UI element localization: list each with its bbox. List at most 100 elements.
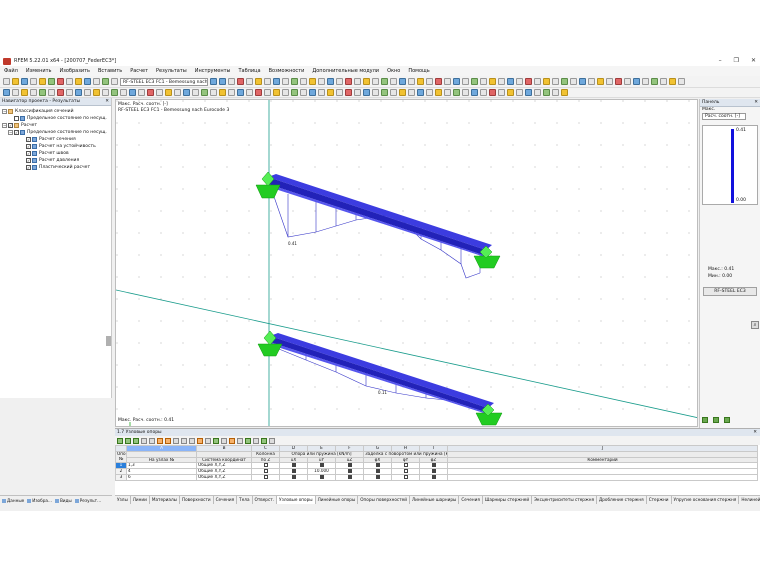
tool-icon[interactable] bbox=[255, 89, 262, 96]
checkbox[interactable] bbox=[263, 463, 268, 468]
tab-surface-supports[interactable]: Опоры поверхностей bbox=[358, 496, 410, 504]
tool-icon[interactable] bbox=[426, 89, 433, 96]
checkbox[interactable] bbox=[14, 116, 19, 121]
tool-icon[interactable] bbox=[390, 89, 397, 96]
print-icon[interactable] bbox=[30, 78, 37, 85]
tool-icon[interactable] bbox=[570, 78, 577, 85]
tool-icon[interactable] bbox=[318, 89, 325, 96]
new-file-icon[interactable] bbox=[3, 78, 10, 85]
table-tool-icon[interactable] bbox=[221, 437, 227, 444]
tree-node[interactable]: Расчет сечения bbox=[0, 136, 111, 143]
tool-icon[interactable] bbox=[516, 78, 523, 85]
checkbox[interactable] bbox=[26, 151, 31, 156]
tool-icon[interactable] bbox=[300, 78, 307, 85]
tool-icon[interactable] bbox=[345, 89, 352, 96]
menu-calculate[interactable]: Расчет bbox=[130, 68, 148, 74]
table-tool-icon[interactable] bbox=[245, 437, 251, 444]
tool-icon[interactable] bbox=[273, 78, 280, 85]
tool-icon[interactable] bbox=[3, 89, 10, 96]
checkbox[interactable] bbox=[431, 469, 436, 474]
collapse-icon[interactable]: − bbox=[8, 130, 13, 135]
checkbox[interactable] bbox=[375, 469, 380, 474]
tab-views[interactable]: Виды bbox=[55, 498, 72, 503]
tab-lines[interactable]: Линии bbox=[131, 496, 150, 504]
table-tool-icon[interactable] bbox=[197, 437, 203, 444]
close-icon[interactable]: ✕ bbox=[753, 429, 757, 436]
table-tool-icon[interactable] bbox=[253, 437, 259, 444]
checkbox[interactable] bbox=[26, 137, 31, 142]
tree-node[interactable]: − Классификация сечений bbox=[0, 108, 111, 115]
tree-node[interactable]: Пластический расчет bbox=[0, 164, 111, 171]
tab-nodal-supports[interactable]: Узловые опоры bbox=[277, 496, 316, 504]
table-tool-icon[interactable] bbox=[237, 437, 243, 444]
tree-node[interactable]: −Предельное состояние по несущ. bbox=[0, 129, 111, 136]
tool-icon[interactable] bbox=[354, 78, 361, 85]
tool-icon[interactable] bbox=[291, 89, 298, 96]
tool-icon[interactable] bbox=[201, 89, 208, 96]
table-tool-icon[interactable] bbox=[229, 437, 235, 444]
table-tool-icon[interactable] bbox=[141, 437, 147, 444]
checkbox[interactable] bbox=[263, 475, 268, 479]
tool-icon[interactable] bbox=[39, 78, 46, 85]
tab-member-divisions[interactable]: Дробление стержня bbox=[597, 496, 647, 504]
tool-icon[interactable] bbox=[372, 89, 379, 96]
menu-addons[interactable]: Дополнительные модули bbox=[312, 68, 379, 74]
tab-nodes[interactable]: Узлы bbox=[115, 496, 131, 504]
tree-node[interactable]: −Расчет bbox=[0, 122, 111, 129]
tab-display[interactable]: Изобра... bbox=[27, 498, 52, 503]
tab-surfaces[interactable]: Поверхности bbox=[180, 496, 214, 504]
checkbox[interactable] bbox=[291, 463, 296, 468]
graphics-viewport[interactable]: 0.41 0.11 Макс. Расч. соотн. [-] RF-STEE… bbox=[115, 99, 698, 427]
tool-icon[interactable] bbox=[156, 89, 163, 96]
tool-icon[interactable] bbox=[246, 78, 253, 85]
table-tool-icon[interactable] bbox=[173, 437, 179, 444]
tool-icon[interactable] bbox=[264, 89, 271, 96]
tree-node[interactable]: Расчет швов bbox=[0, 150, 111, 157]
table-row[interactable]: 3 6 Общие X,Y,Z bbox=[115, 474, 758, 481]
tab-member-eccentricities[interactable]: Эксцентриситеты стержня bbox=[532, 496, 597, 504]
tool-icon[interactable] bbox=[480, 78, 487, 85]
menu-edit[interactable]: Изменить bbox=[26, 68, 52, 74]
tool-icon[interactable] bbox=[408, 89, 415, 96]
tool-icon[interactable] bbox=[417, 78, 424, 85]
checkbox[interactable] bbox=[26, 144, 31, 149]
tool-icon[interactable] bbox=[471, 89, 478, 96]
tab-member-hinges[interactable]: Шарниры стержней bbox=[483, 496, 533, 504]
checkbox[interactable] bbox=[26, 158, 31, 163]
tree-node[interactable]: Предельное состояние по несущ. bbox=[0, 115, 111, 122]
tool-icon[interactable] bbox=[624, 78, 631, 85]
tool-icon[interactable] bbox=[426, 78, 433, 85]
checkbox[interactable] bbox=[347, 475, 352, 479]
tool-icon[interactable] bbox=[480, 89, 487, 96]
tool-icon[interactable] bbox=[660, 78, 667, 85]
menu-options[interactable]: Возможности bbox=[269, 68, 305, 74]
table-tool-icon[interactable] bbox=[189, 437, 195, 444]
tool-icon[interactable] bbox=[417, 89, 424, 96]
checkbox[interactable] bbox=[403, 463, 408, 468]
tool-icon[interactable] bbox=[102, 89, 109, 96]
tool-icon[interactable] bbox=[48, 89, 55, 96]
close-icon[interactable]: ✕ bbox=[751, 57, 756, 64]
tool-icon[interactable] bbox=[336, 89, 343, 96]
results-icon[interactable] bbox=[57, 78, 64, 85]
tool-icon[interactable] bbox=[165, 89, 172, 96]
panel-tool-icon[interactable] bbox=[713, 417, 719, 423]
tool-icon[interactable] bbox=[669, 78, 676, 85]
tool-icon[interactable] bbox=[228, 78, 235, 85]
tool-icon[interactable] bbox=[507, 78, 514, 85]
tab-member-nonlinearities[interactable]: Нелинейности стержня bbox=[739, 496, 760, 504]
tool-icon[interactable] bbox=[300, 89, 307, 96]
tool-icon[interactable] bbox=[66, 89, 73, 96]
checkbox[interactable] bbox=[8, 123, 13, 128]
table-tool-icon[interactable] bbox=[261, 437, 267, 444]
tool-icon[interactable] bbox=[57, 89, 64, 96]
checkbox[interactable] bbox=[347, 469, 352, 474]
tool-icon[interactable] bbox=[354, 89, 361, 96]
tab-results[interactable]: Результ... bbox=[75, 498, 101, 503]
tool-icon[interactable] bbox=[309, 78, 316, 85]
table-tool-icon[interactable] bbox=[165, 437, 171, 444]
tool-icon[interactable] bbox=[525, 78, 532, 85]
menu-results[interactable]: Результаты bbox=[156, 68, 187, 74]
menu-table[interactable]: Таблица bbox=[238, 68, 260, 74]
table-tool-icon[interactable] bbox=[213, 437, 219, 444]
